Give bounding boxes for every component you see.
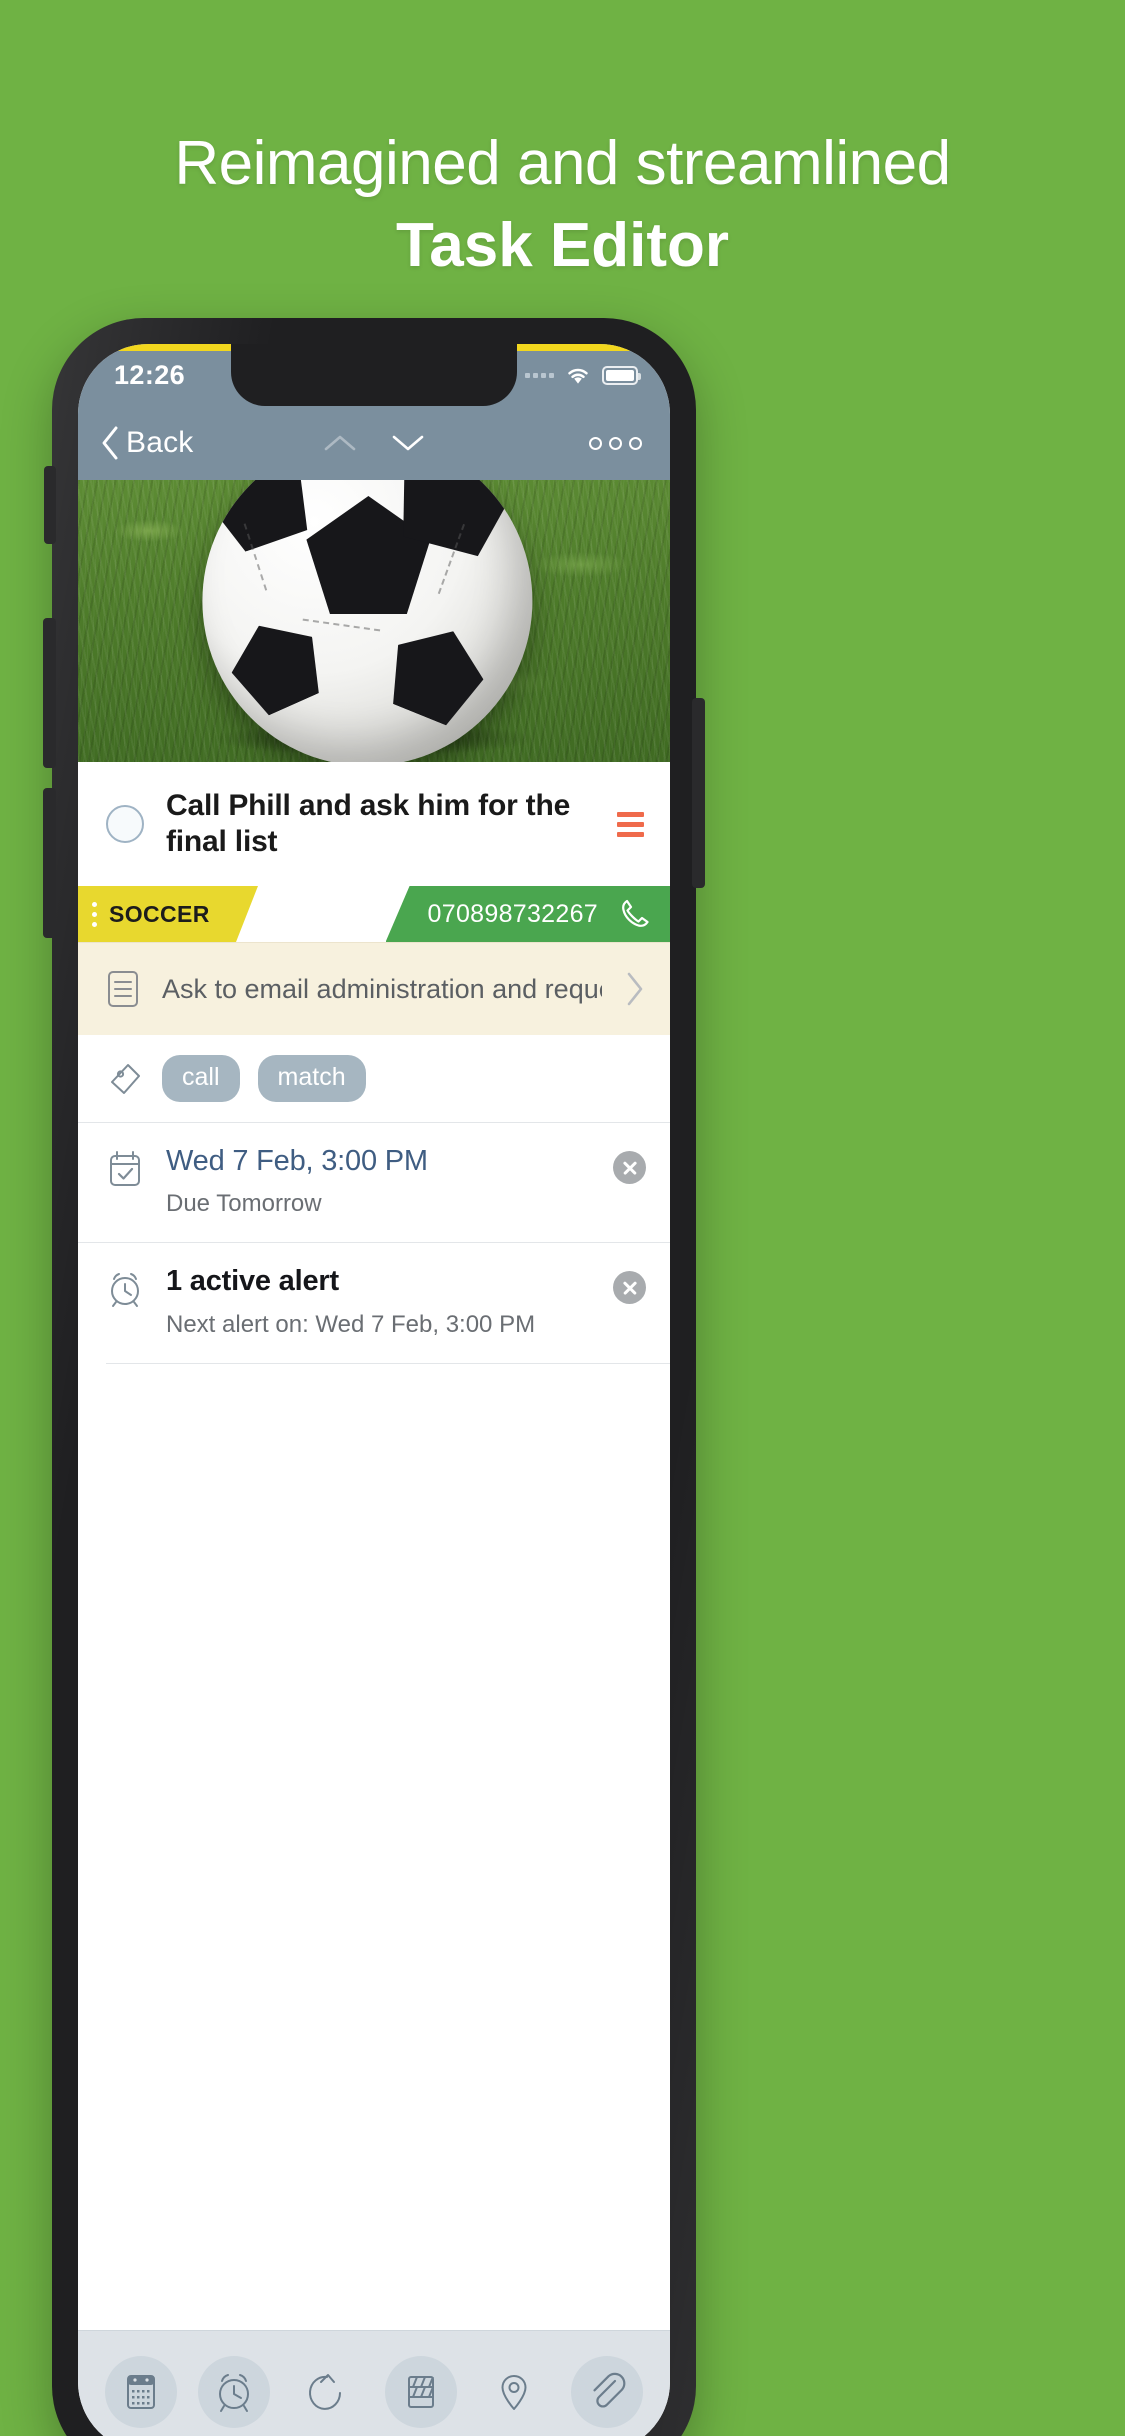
back-button-label: Back — [126, 426, 194, 459]
due-date-value: Wed 7 Feb, 3:00 PM — [166, 1145, 428, 1177]
alert-content: 1 active alert Next alert on: Wed 7 Feb,… — [166, 1265, 591, 1338]
alarm-clock-icon — [106, 1269, 144, 1314]
task-note-text: Ask to email administration and request … — [162, 973, 602, 1004]
signal-dots-icon — [525, 372, 554, 378]
chevron-left-icon — [102, 426, 118, 460]
phone-screen: 12:26 Back Call Phill and ask him for th… — [78, 344, 670, 2436]
drag-grip-icon — [92, 902, 97, 927]
next-task-button[interactable] — [391, 432, 425, 454]
task-hero-image[interactable] — [78, 480, 670, 762]
content-filler — [78, 1363, 670, 2330]
navigation-bar: Back — [78, 406, 670, 480]
due-date-content: Wed 7 Feb, 3:00 PM Due Tomorrow — [166, 1145, 591, 1218]
bottom-toolbar — [78, 2330, 670, 2436]
clear-alert-icon[interactable] — [613, 1271, 646, 1305]
alert-row[interactable]: 1 active alert Next alert on: Wed 7 Feb,… — [78, 1242, 670, 1363]
promo-line-1: Reimagined and streamlined — [174, 129, 951, 198]
alarm-icon[interactable] — [197, 2355, 270, 2428]
back-button[interactable]: Back — [100, 425, 194, 461]
silent-switch-button[interactable] — [44, 466, 56, 544]
tag-chip[interactable]: call — [162, 1055, 240, 1102]
alert-next: Next alert on: Wed 7 Feb, 3:00 PM — [166, 1310, 536, 1338]
due-date-row[interactable]: Wed 7 Feb, 3:00 PM Due Tomorrow — [78, 1122, 670, 1243]
promo-headline: Reimagined and streamlined Task Editor — [0, 129, 1125, 281]
task-note-row[interactable]: Ask to email administration and request … — [78, 942, 670, 1035]
volume-down-button[interactable] — [43, 788, 56, 938]
due-date-relative: Due Tomorrow — [166, 1190, 322, 1218]
list-banner-label: SOCCER — [109, 900, 210, 927]
task-checkbox-icon[interactable] — [106, 805, 144, 843]
phone-banner[interactable]: 070898732267 — [385, 886, 670, 942]
status-indicators — [525, 365, 641, 385]
more-options-button[interactable] — [589, 436, 642, 450]
chevron-up-icon — [324, 435, 356, 451]
task-stepper-controls — [323, 432, 425, 454]
status-time: 12:26 — [114, 359, 186, 390]
wifi-icon — [565, 365, 591, 385]
device-notch — [231, 344, 517, 406]
phone-banner-label: 070898732267 — [427, 899, 598, 928]
more-options-icon — [589, 436, 602, 450]
note-document-icon — [108, 971, 138, 1007]
priority-lines-icon[interactable] — [617, 811, 644, 837]
task-banner-row: SOCCER 070898732267 — [78, 886, 670, 942]
volume-up-button[interactable] — [43, 618, 56, 768]
clear-due-icon[interactable] — [613, 1151, 646, 1184]
power-button[interactable] — [692, 698, 705, 888]
promo-line-2: Task Editor — [395, 211, 730, 281]
tag-icon — [111, 1063, 140, 1094]
battery-icon — [602, 365, 641, 385]
task-title-row[interactable]: Call Phill and ask him for the final lis… — [78, 762, 670, 886]
repeat-icon[interactable] — [291, 2356, 363, 2428]
phone-call-icon — [622, 899, 649, 927]
chevron-right-icon[interactable] — [624, 971, 646, 1007]
alert-count: 1 active alert — [166, 1265, 339, 1298]
project-icon[interactable] — [384, 2355, 457, 2428]
calendar-check-icon — [106, 1149, 144, 1194]
phone-device-frame: 12:26 Back Call Phill and ask him for th… — [43, 318, 705, 2436]
calendar-icon[interactable] — [104, 2355, 177, 2428]
previous-task-button[interactable] — [323, 432, 357, 454]
location-icon[interactable] — [478, 2356, 550, 2428]
task-tags-row[interactable]: call match — [78, 1035, 670, 1122]
chevron-down-icon — [392, 435, 424, 451]
list-banner[interactable]: SOCCER — [78, 886, 258, 942]
tag-chip[interactable]: match — [257, 1055, 366, 1102]
attachment-icon[interactable] — [571, 2355, 644, 2428]
task-title[interactable]: Call Phill and ask him for the final lis… — [166, 788, 595, 860]
